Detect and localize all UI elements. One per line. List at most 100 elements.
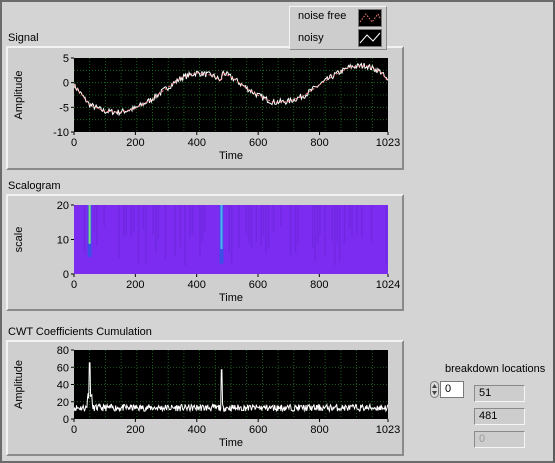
- scalogram-stripe: [319, 205, 321, 236]
- scalogram-hotspot-core: [220, 205, 223, 249]
- scalogram-stripe: [199, 205, 201, 257]
- signal-title: Signal: [8, 32, 39, 44]
- scalogram-stripe: [123, 205, 125, 238]
- signal-xtick-label: 1023: [376, 137, 400, 149]
- cwt-xtick-label: 600: [249, 424, 267, 436]
- scalogram-stripe: [179, 205, 181, 247]
- scalogram-xtick-label: 400: [187, 279, 205, 291]
- scalogram-stripe: [297, 205, 299, 245]
- scalogram-stripe: [157, 205, 159, 239]
- scalogram-stripe: [245, 205, 248, 236]
- scalogram-stripe: [145, 205, 147, 265]
- legend-swatch-noise-free[interactable]: [358, 9, 382, 27]
- scalogram-graph[interactable]: scale Time 0 200 400 600 800 1024 20 10 0: [6, 194, 404, 311]
- scalogram-stripe: [154, 205, 157, 253]
- index-input[interactable]: 0: [440, 381, 464, 398]
- scalogram-xtick-label: 600: [249, 279, 267, 291]
- cwt-graph-svg: AmplitudeTime0 200 400 600 800 1023806040200: [13, 345, 400, 449]
- scalogram-ytick-label: 0: [63, 269, 69, 281]
- scalogram-ytick-label: 10: [57, 235, 69, 247]
- scalogram-stripe: [272, 205, 275, 232]
- scalogram-stripe: [118, 205, 120, 259]
- scalogram-stripe: [338, 205, 341, 262]
- signal-xtick-label: 800: [310, 137, 328, 149]
- plot-legend[interactable]: noise free noisy: [289, 6, 387, 50]
- cwt-ytick-label: 60: [57, 362, 69, 374]
- scalogram-stripe: [125, 205, 128, 236]
- scalogram-stripe: [255, 205, 258, 243]
- cwt-xtick-label: 800: [310, 424, 328, 436]
- signal-ytick-label: -10: [53, 127, 69, 139]
- cwt-xtick-label: 200: [126, 424, 144, 436]
- scalogram-stripe: [361, 205, 363, 238]
- scalogram-xtick-label: 0: [71, 279, 77, 291]
- scalogram-stripe: [280, 205, 282, 227]
- scalogram-ylabel: scale: [13, 227, 25, 253]
- cwt-xtick-label: 0: [71, 424, 77, 436]
- scalogram-stripe: [204, 205, 206, 232]
- cwt-title: CWT Coefficients Cumulation: [8, 326, 152, 338]
- signal-ytick-label: -5: [59, 102, 69, 114]
- scalogram-stripe: [262, 205, 265, 236]
- scalogram-stripe: [137, 205, 140, 263]
- scalogram-stripe: [174, 205, 177, 256]
- scalogram-stripe: [231, 205, 233, 264]
- stepper-arrows-icon: [432, 384, 437, 395]
- scalogram-stripe: [314, 205, 316, 262]
- scalogram-stripe: [316, 205, 319, 245]
- scalogram-stripe: [336, 205, 338, 242]
- signal-ylabel: Amplitude: [13, 71, 25, 120]
- signal-ytick-label: 5: [63, 53, 69, 65]
- signal-ytick-label: 0: [63, 78, 69, 90]
- signal-xtick-label: 600: [249, 137, 267, 149]
- signal-xtick-label: 400: [188, 137, 206, 149]
- legend-label-noise-free: noise free: [298, 10, 347, 22]
- scalogram-stripe: [191, 205, 194, 235]
- scalogram-stripe: [93, 205, 96, 232]
- index-stepper[interactable]: [430, 381, 439, 398]
- signal-graph[interactable]: Amplitude Time 0 200 400 600 800 1023 5 0 -5 -10: [6, 46, 404, 170]
- legend-swatch-noisy[interactable]: [358, 29, 382, 47]
- scalogram-stripe: [356, 205, 358, 236]
- cwt-xtick-label: 1023: [376, 424, 400, 436]
- scalogram-stripe: [132, 205, 135, 232]
- scalogram-stripe: [130, 205, 132, 238]
- scalogram-stripe: [152, 205, 154, 235]
- scalogram-hotspot-core: [88, 205, 91, 244]
- cwt-ytick-label: 0: [63, 414, 69, 426]
- scalogram-xlabel: Time: [219, 292, 243, 304]
- scalogram-stripe: [164, 205, 167, 260]
- scalogram-ytick-label: 20: [57, 200, 69, 212]
- scalogram-stripe: [267, 205, 270, 248]
- breakdown-value-3: 0: [474, 431, 525, 448]
- scalogram-stripe: [250, 205, 253, 248]
- scalogram-graph-svg: scale Time 0 200 400 600 800 1024 20 10 0: [13, 200, 400, 304]
- cwt-xlabel: Time: [219, 437, 243, 449]
- scalogram-xtick-label: 1024: [376, 279, 400, 291]
- cwt-ylabel: Amplitude: [13, 360, 25, 409]
- scalogram-stripe: [324, 205, 326, 258]
- scalogram-stripe: [265, 205, 267, 254]
- scalogram-stripe: [142, 205, 145, 230]
- scalogram-stripe: [260, 205, 262, 247]
- scalogram-title: Scalogram: [8, 180, 61, 192]
- scalogram-stripe: [238, 205, 240, 248]
- scalogram-stripe: [228, 205, 231, 254]
- scalogram-stripe: [294, 205, 297, 254]
- cwt-xtick-label: 400: [188, 424, 206, 436]
- scalogram-stripe: [331, 205, 334, 242]
- scalogram-stripe: [348, 205, 351, 230]
- scalogram-stripe: [334, 205, 336, 266]
- breakdown-value-2: 481: [474, 408, 525, 425]
- scalogram-stripe: [103, 205, 105, 227]
- legend-label-noisy: noisy: [298, 32, 324, 44]
- signal-xtick-label: 0: [71, 137, 77, 149]
- scalogram-stripe: [311, 205, 314, 248]
- scalogram-stripe: [83, 205, 86, 253]
- breakdown-value-1: 51: [474, 385, 525, 402]
- scalogram-xtick-label: 200: [126, 279, 144, 291]
- scalogram-stripe: [184, 205, 186, 266]
- signal-xtick-label: 200: [126, 137, 144, 149]
- cwt-graph[interactable]: Amplitude Time 0 200 400 600 800 1023 80 60 40 20 0: [6, 340, 404, 456]
- cwt-ytick-label: 40: [57, 380, 69, 392]
